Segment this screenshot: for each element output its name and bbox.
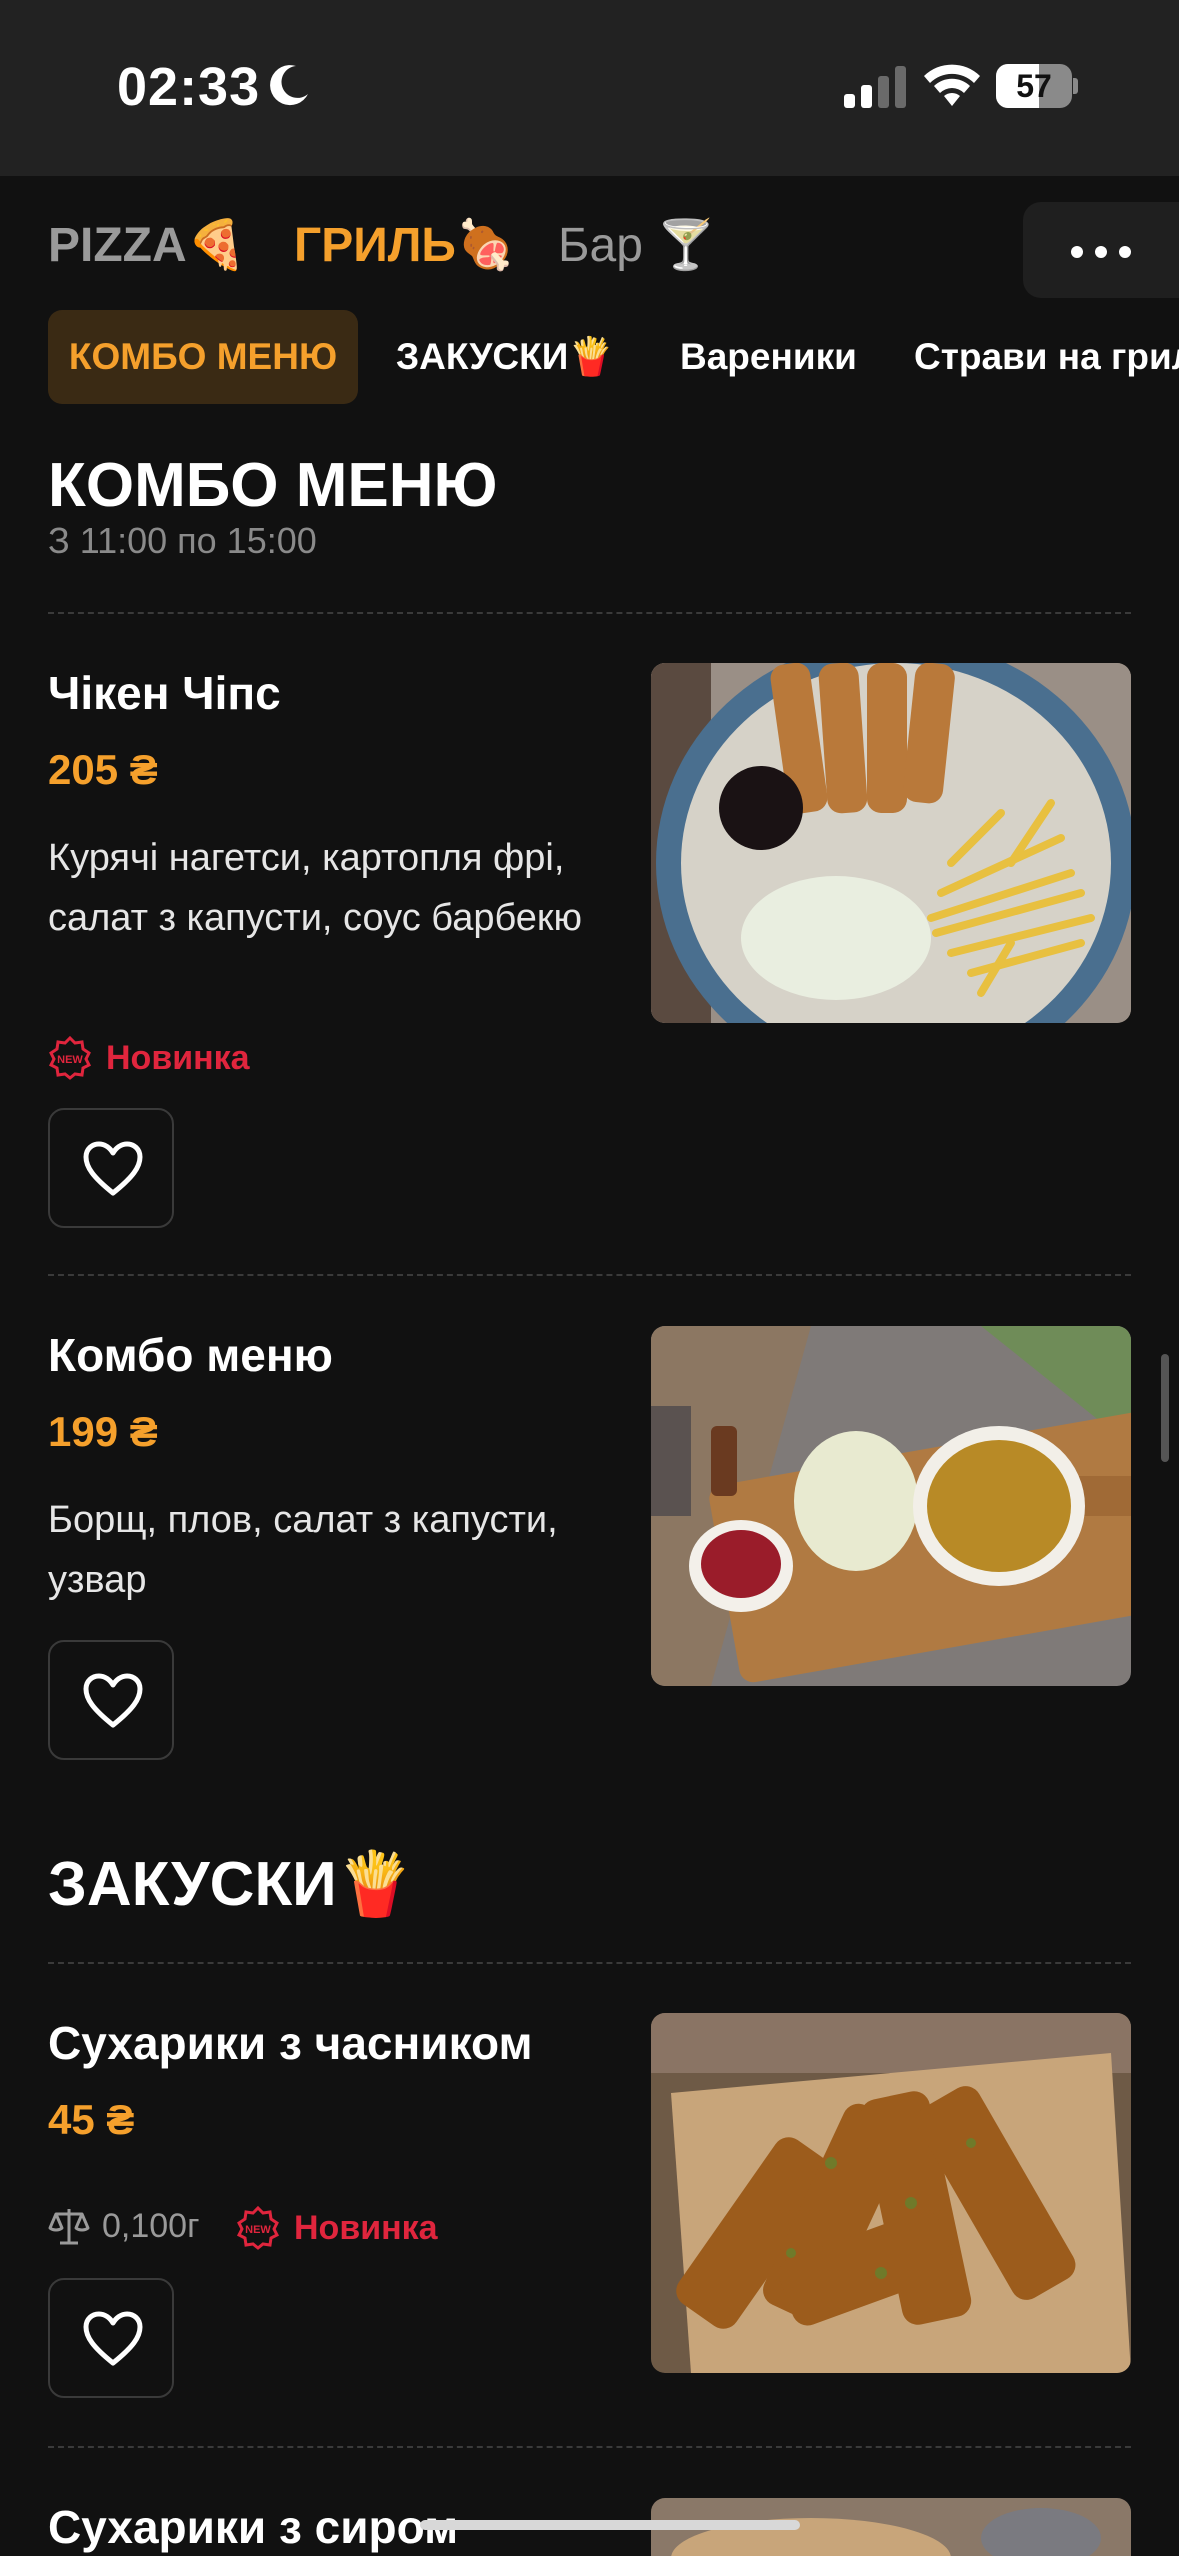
item-name: Сухарики з сиром	[48, 2501, 459, 2553]
category-combo-menu[interactable]: КОМБО МЕНЮ	[48, 310, 358, 404]
battery-percent: 57	[1016, 68, 1052, 104]
tab-grill[interactable]: ГРИЛЬ🍖	[294, 216, 516, 273]
category-vareniki[interactable]: Вареники	[680, 310, 857, 404]
section-subtitle-hours: З 11:00 по 15:00	[48, 520, 317, 561]
home-indicator[interactable]	[420, 2520, 800, 2530]
badge-label: Новинка	[106, 1038, 250, 1077]
favorite-button[interactable]	[48, 2278, 174, 2398]
item-price: 205 ₴	[48, 746, 158, 793]
new-badge: NEW Новинка	[48, 1036, 250, 1080]
wifi-icon	[924, 64, 980, 106]
new-badge-icon: NEW	[48, 1036, 92, 1080]
tab-pizza[interactable]: PIZZA🍕	[48, 216, 246, 273]
cellular-signal-icon	[844, 66, 906, 108]
category-snacks[interactable]: ЗАКУСКИ🍟	[396, 310, 614, 404]
category-grill-dishes[interactable]: Страви на грилі	[914, 310, 1179, 404]
favorite-button[interactable]	[48, 1640, 174, 1760]
svg-text:NEW: NEW	[57, 1054, 83, 1066]
divider	[48, 1274, 1131, 1276]
battery-indicator: 57	[996, 64, 1078, 108]
section-title-combo: КОМБО МЕНЮ	[48, 451, 498, 520]
moon-icon	[270, 65, 308, 106]
item-description: Курячі нагетси, картопля фрі, салат з ка…	[48, 837, 583, 939]
weight-label: 0,100г	[102, 2206, 200, 2245]
heart-icon	[83, 2311, 143, 2366]
item-photo-chicken-chips	[651, 663, 1131, 1023]
item-price: 199 ₴	[48, 1408, 158, 1455]
scale-icon	[48, 2209, 90, 2245]
status-bar: 02:33 57	[0, 0, 1179, 176]
divider	[48, 1962, 1131, 1964]
item-name: Сухарики з часником	[48, 2017, 533, 2069]
heart-icon	[83, 1141, 143, 1196]
item-photo-combo-menu	[651, 1326, 1131, 1686]
item-photo-garlic-croutons	[651, 2013, 1131, 2373]
svg-text:NEW: NEW	[245, 2224, 271, 2236]
status-time: 02:33	[117, 57, 261, 117]
heart-icon	[83, 1673, 143, 1728]
divider	[48, 2446, 1131, 2448]
item-name: Комбо меню	[48, 1329, 333, 1381]
scrollbar-thumb[interactable]	[1161, 1354, 1169, 1462]
badge-label: Новинка	[294, 2208, 438, 2247]
tab-bar[interactable]: Бар 🍸	[558, 216, 716, 273]
new-badge: NEW Новинка	[236, 2206, 438, 2250]
item-weight: 0,100г	[48, 2206, 199, 2246]
more-button[interactable]	[1023, 202, 1179, 298]
new-badge-icon: NEW	[236, 2206, 280, 2250]
favorite-button[interactable]	[48, 1108, 174, 1228]
item-price: 45 ₴	[48, 2096, 135, 2143]
item-description: Борщ, плов, салат з капусти, узвар	[48, 1499, 558, 1601]
item-name: Чікен Чіпс	[48, 667, 281, 719]
divider	[48, 612, 1131, 614]
section-title-snacks: ЗАКУСКИ🍟	[48, 1850, 414, 1919]
